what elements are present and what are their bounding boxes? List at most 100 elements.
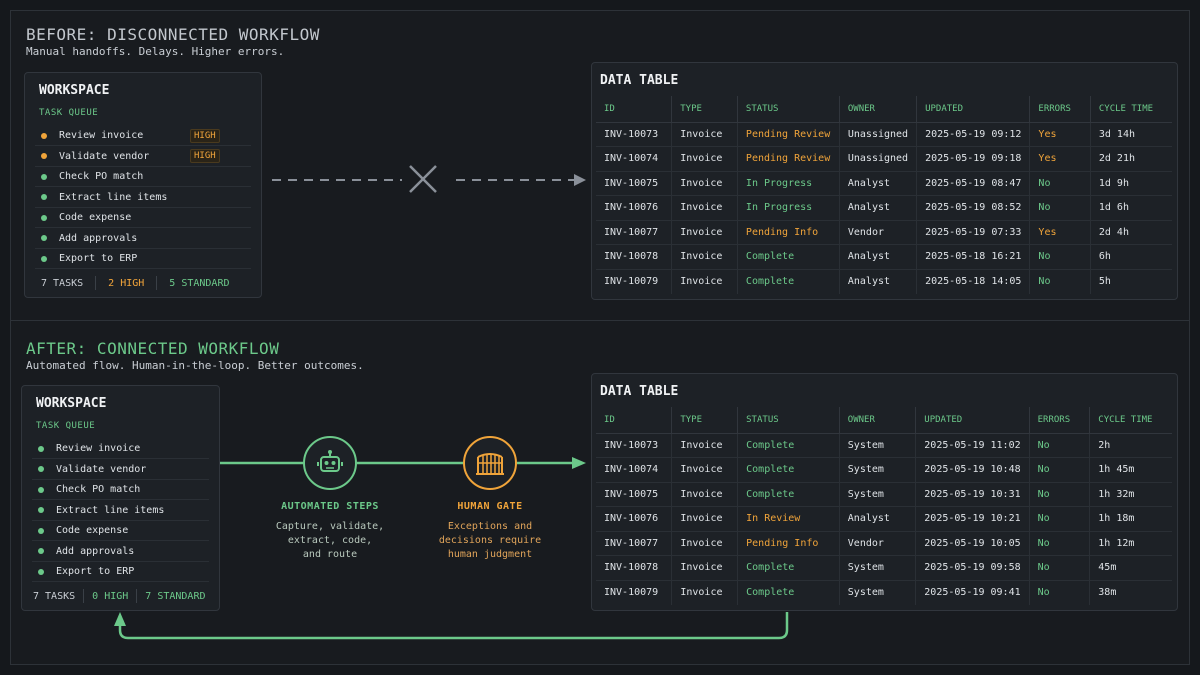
table-row[interactable]: INV-10077 Invoice Pending Info Vendor 2025-0… [596,220,1172,245]
table-cell: Invoice [671,122,738,147]
workspace-title: WORKSPACE [39,83,110,98]
task-item[interactable]: Review invoice [32,439,209,459]
status-dot [38,548,44,554]
task-label: Add approvals [56,545,135,557]
table-cell: Analyst [839,171,918,196]
column-header[interactable]: ERRORS [1029,407,1091,434]
column-header[interactable]: ID [596,407,673,434]
task-item[interactable]: Review invoice HIGH [35,126,251,146]
task-item[interactable]: Export to ERP [32,562,209,582]
table-cell: Yes [1029,146,1091,172]
task-item[interactable]: Validate vendor HIGH [35,147,251,167]
column-header[interactable]: TYPE [671,96,738,123]
table-row[interactable]: INV-10079 Invoice Complete Analyst 2025-05-1… [596,269,1172,294]
table-cell: 2d 4h [1090,220,1172,245]
section-divider [10,320,1190,321]
task-item[interactable]: Extract line items [32,501,209,521]
table-cell: Analyst [839,506,917,532]
human-gate-node [463,436,517,490]
table-cell: 1d 6h [1090,195,1172,221]
task-item[interactable]: Extract line items [35,188,251,208]
table-row[interactable]: INV-10078 Invoice Complete Analyst 2025-05-1… [596,244,1172,270]
table-cell: No [1029,171,1091,196]
table-cell: INV-10078 [596,555,673,581]
column-header[interactable]: CYCLE TIME [1089,407,1172,434]
column-header[interactable]: STATUS [737,407,840,434]
task-label: Check PO match [56,484,141,495]
task-queue-label: TASK QUEUE [36,421,96,431]
column-header[interactable]: STATUS [737,96,840,123]
column-header[interactable]: UPDATED [916,96,1031,123]
task-item[interactable]: Add approvals [35,229,251,249]
priority-high-dot [41,132,47,139]
table-cell: INV-10076 [596,195,673,221]
table-cell: In Progress [737,195,840,221]
table-cell: 2025-05-19 09:12 [916,122,1031,147]
table-cell: Invoice [671,269,738,294]
human-gate-title: HUMAN GATE [457,501,523,512]
gate-icon [476,453,504,475]
table-row[interactable]: INV-10075 Invoice In Progress Analyst 2025-0… [596,171,1172,196]
high-count: 2 HIGH [108,277,145,289]
table-cell: 3d 14h [1090,122,1172,147]
table-cell: 2025-05-19 09:41 [915,580,1030,605]
column-header[interactable]: OWNER [839,407,917,434]
column-header[interactable]: ERRORS [1029,96,1091,123]
table-row[interactable]: INV-10074 Invoice Pending Review Unassigned… [596,146,1172,172]
task-item[interactable]: Check PO match [35,167,251,187]
automated-steps-description: Capture, validate, extract, code, and ro… [275,521,385,560]
table-row[interactable]: INV-10076 Invoice In Progress Analyst 2025-0… [596,195,1172,221]
task-item[interactable]: Add approvals [32,542,209,562]
task-item[interactable]: Validate vendor [32,460,209,480]
before-subtitle: Manual handoffs. Delays. Higher errors. [26,45,285,58]
table-row[interactable]: INV-10077 Invoice Pending Info Vendor 2025-0… [596,531,1172,556]
column-header[interactable]: CYCLE TIME [1090,96,1172,123]
table-cell: Pending Info [737,220,840,245]
table-row[interactable]: INV-10075 Invoice Complete System 2025-05-19… [596,482,1172,507]
table-cell: Invoice [671,171,738,196]
priority-badge: HIGH [190,149,220,163]
table-cell: No [1029,482,1091,507]
table-row[interactable]: INV-10078 Invoice Complete System 2025-05-19… [596,555,1172,581]
status-dot [38,445,44,452]
table-cell: INV-10074 [596,457,673,483]
task-label: Validate vendor [56,463,147,475]
table-cell: 2025-05-18 16:21 [916,244,1031,270]
table-cell: 2d 21h [1090,146,1172,172]
before-data-table-panel: DATA TABLE ID TYPE STATUS OWNER UPDATED ERROR… [591,62,1178,300]
table-row[interactable]: INV-10073 Invoice Complete System 2025-05-19… [596,433,1172,458]
table-row[interactable]: INV-10079 Invoice Complete System 2025-05-19… [596,580,1172,605]
table-cell: INV-10073 [596,122,673,147]
table-cell: 2h [1089,433,1172,458]
column-header[interactable]: OWNER [839,96,918,123]
table-cell: Complete [737,580,840,605]
workspace-title: WORKSPACE [36,396,107,411]
table-cell: Unassigned [839,146,918,172]
column-header[interactable]: UPDATED [915,407,1030,434]
human-gate-description: Exceptions and decisions require human j… [438,521,542,560]
workspace-footer: 7 TASKS 2 HIGH 5 STANDARD [41,276,230,290]
table-row[interactable]: INV-10076 Invoice In Review Analyst 2025-05-… [596,506,1172,532]
table-cell: 2025-05-19 10:48 [915,457,1030,483]
task-item[interactable]: Export to ERP [35,249,251,269]
table-cell: System [839,555,917,581]
task-count: 7 TASKS [41,277,84,289]
table-cell: Yes [1029,122,1091,147]
table-cell: Analyst [839,195,918,221]
table-cell: System [839,457,917,483]
table-cell: In Review [737,506,840,532]
table-cell: Invoice [671,195,738,221]
task-item[interactable]: Check PO match [32,480,209,500]
task-label: Review invoice [56,443,141,454]
column-header[interactable]: ID [596,96,673,123]
table-row[interactable]: INV-10073 Invoice Pending Review Unassigned… [596,122,1172,147]
task-item[interactable]: Code expense [32,521,209,541]
column-header[interactable]: TYPE [671,407,739,434]
high-count: 0 HIGH [92,590,129,602]
table-row[interactable]: INV-10074 Invoice Complete System 2025-05-19… [596,457,1172,483]
table-cell: No [1029,433,1091,458]
table-cell: Analyst [839,269,918,294]
table-cell: No [1029,244,1091,270]
task-item[interactable]: Code expense [35,208,251,228]
disconnect-x-icon [409,165,437,193]
